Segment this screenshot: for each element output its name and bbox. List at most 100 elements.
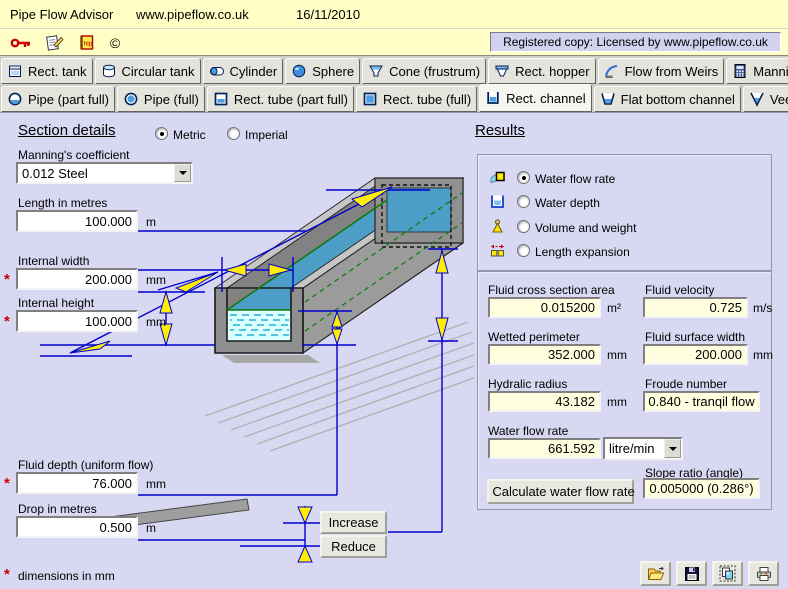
drop-unit: m [146, 521, 156, 535]
pipe-full-icon [124, 92, 138, 106]
dropdown-arrow-icon[interactable] [174, 164, 191, 182]
app-date: 16/11/2010 [296, 7, 361, 22]
reduce-button[interactable]: Reduce [320, 535, 387, 558]
volume-and-weight-icon [489, 218, 506, 235]
tab-pipe-part-full[interactable]: Pipe (part full) [1, 86, 115, 112]
print-button[interactable] [748, 561, 779, 586]
internal-width-input[interactable] [16, 268, 138, 290]
fluid-depth-input[interactable] [16, 472, 138, 494]
hydraulic-radius-label: Hydralic radius [488, 377, 568, 391]
wetted-perimeter-value: 352.000 [488, 344, 601, 365]
tab-flow-from-weirs[interactable]: Flow from Weirs [597, 58, 725, 84]
open-file-icon [647, 566, 664, 580]
metric-radio[interactable] [155, 127, 168, 140]
cross-section-area-value: 0.015200 [488, 297, 601, 318]
required-marker: * [4, 566, 10, 583]
fluid-surface-width-value: 200.000 [643, 344, 748, 365]
internal-height-unit: mm [146, 315, 166, 329]
wetted-perimeter-unit: mm [607, 348, 627, 362]
rect-hopper-icon [495, 65, 509, 77]
copyright-icon[interactable]: © [102, 32, 128, 53]
cross-section-area-unit: m² [607, 301, 621, 315]
vee-channel-icon [750, 92, 764, 107]
tab-rect-channel[interactable]: Rect. channel [479, 84, 592, 112]
tab-strip-row2: Pipe (part full) Pipe (full) Rect. tube … [0, 84, 788, 112]
volume-and-weight-option-label: Volume and weight [535, 221, 637, 235]
tab-circular-tank[interactable]: Circular tank [94, 58, 201, 84]
rect-tube-part-full-icon [214, 92, 228, 106]
flat-bottom-channel-icon [600, 93, 615, 105]
length-input[interactable] [16, 210, 138, 232]
tab-sphere[interactable]: Sphere [285, 58, 361, 84]
tab-rect-hopper[interactable]: Rect. hopper [488, 58, 596, 84]
fluid-depth-label: Fluid depth (uniform flow) [18, 458, 154, 472]
app-title: Pipe Flow Advisor [10, 7, 114, 22]
water-flow-rate-icon [489, 169, 506, 186]
imperial-radio[interactable] [227, 127, 240, 140]
copy-image-icon [719, 565, 736, 582]
app-website: www.pipeflow.co.uk [136, 7, 249, 22]
results-heading: Results [475, 122, 526, 139]
froude-number-value: 0.840 - tranqil flow [643, 391, 760, 412]
internal-width-label: Internal width [18, 254, 90, 268]
rect-tank-icon [9, 65, 21, 77]
water-depth-icon [489, 193, 506, 210]
manning-coefficient-label: Manning's coefficient [18, 148, 130, 162]
cone-frustrum-icon [369, 65, 383, 77]
drop-input[interactable] [16, 516, 138, 538]
internal-height-label: Internal height [18, 296, 95, 310]
toolbar: hlp © Registered copy: Licensed by www.p… [0, 28, 788, 56]
rect-channel-icon [487, 92, 499, 104]
hydraulic-radius-unit: mm [607, 395, 627, 409]
hydraulic-radius-value: 43.182 [488, 391, 601, 412]
length-label: Length in metres [18, 196, 108, 210]
tab-vee-channel[interactable]: Vee channel [742, 86, 788, 112]
imperial-label: Imperial [245, 128, 288, 142]
tab-rect-tube-part-full[interactable]: Rect. tube (part full) [206, 86, 354, 112]
water-flow-rate-value: 661.592 [488, 438, 601, 459]
svg-text:hlp: hlp [84, 40, 93, 47]
key-icon[interactable] [8, 32, 34, 53]
save-icon [684, 566, 699, 581]
tab-rect-tank[interactable]: Rect. tank [1, 58, 93, 84]
drop-label: Drop in metres [18, 502, 97, 516]
manning-calculator-icon [734, 64, 746, 78]
fluid-velocity-unit: m/s [753, 301, 773, 315]
tab-cone-frustrum[interactable]: Cone (frustrum) [362, 58, 487, 84]
water-flow-rate-radio[interactable] [517, 171, 530, 184]
water-depth-radio[interactable] [517, 195, 530, 208]
tab-flat-bottom-channel[interactable]: Flat bottom channel [593, 86, 741, 112]
metric-label: Metric [173, 128, 206, 142]
register-icon[interactable] [42, 32, 68, 53]
water-flow-rate-option-label: Water flow rate [535, 172, 616, 186]
print-icon [756, 566, 771, 581]
tab-rect-tube-full[interactable]: Rect. tube (full) [356, 86, 478, 112]
flow-unit-select[interactable]: litre/min [603, 437, 683, 460]
tab-pipe-full[interactable]: Pipe (full) [116, 86, 205, 112]
copy-image-button[interactable] [712, 561, 743, 586]
rect-tube-full-icon [363, 92, 377, 106]
calculate-water-flow-rate-button[interactable]: Calculate water flow rate [487, 479, 635, 504]
save-button[interactable] [676, 561, 707, 586]
pipe-flow-advisor-window: Pipe Flow Advisor www.pipeflow.co.uk 16/… [0, 0, 788, 589]
internal-width-unit: mm [146, 273, 166, 287]
volume-and-weight-radio[interactable] [517, 220, 530, 233]
pipe-part-full-icon [8, 92, 22, 106]
increase-button[interactable]: Increase [320, 511, 387, 534]
open-file-button[interactable] [640, 561, 671, 586]
manning-coefficient-select[interactable]: 0.012 Steel [16, 162, 193, 184]
help-icon[interactable]: hlp [74, 32, 100, 53]
tab-manning-calculator[interactable]: Manning calculator [726, 58, 788, 84]
dropdown-arrow-icon[interactable] [664, 439, 681, 458]
cross-section-area-label: Fluid cross section area [488, 283, 615, 297]
wetted-perimeter-label: Wetted perimeter [488, 330, 580, 344]
required-marker: * [4, 313, 10, 330]
water-flow-rate-label: Water flow rate [488, 424, 569, 438]
length-expansion-radio[interactable] [517, 244, 530, 257]
fluid-velocity-value: 0.725 [643, 297, 748, 318]
required-marker: * [4, 475, 10, 492]
cylinder-icon [209, 67, 224, 76]
tab-cylinder[interactable]: Cylinder [202, 58, 284, 84]
internal-height-input[interactable] [16, 310, 138, 332]
slope-ratio-value: 0.005000 (0.286°) [643, 478, 760, 499]
